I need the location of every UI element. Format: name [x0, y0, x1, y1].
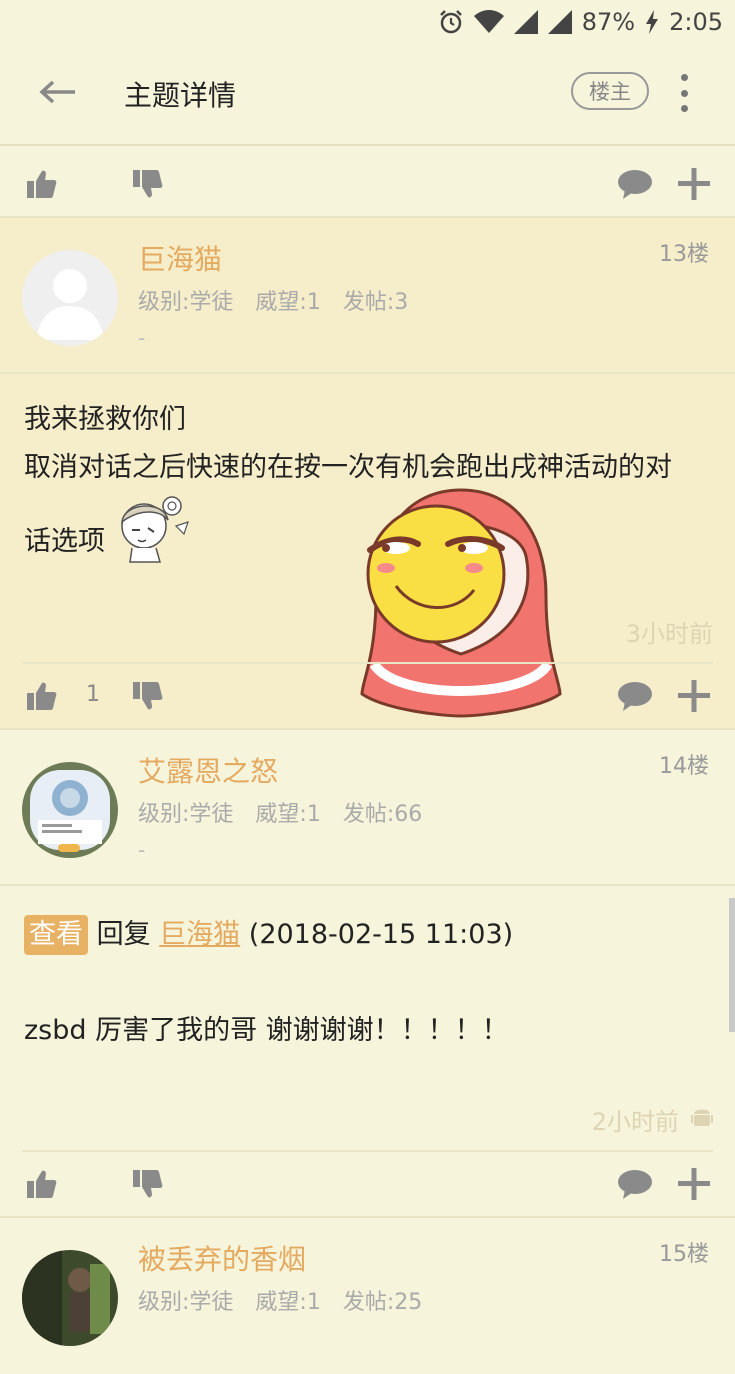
- post-header: 巨海猫 13楼 级别:学徒 威望:1 发帖:3 -: [0, 218, 735, 374]
- wifi-icon: [473, 10, 504, 34]
- avatar[interactable]: [22, 762, 118, 858]
- avatar[interactable]: [22, 250, 118, 346]
- reply-user-link[interactable]: 巨海猫: [159, 919, 240, 950]
- arrow-left-icon: [39, 80, 77, 108]
- thumb-up-icon[interactable]: [22, 1166, 62, 1202]
- user-post-count: 发帖:25: [342, 1290, 423, 1315]
- floor-number: 13楼: [659, 242, 709, 267]
- post-content: zsbd 厉害了我的哥 谢谢谢谢！！！！！: [24, 1015, 509, 1046]
- signal-icon: [513, 10, 538, 34]
- thumb-down-icon[interactable]: [128, 678, 168, 714]
- post-line: 话选项: [24, 526, 105, 557]
- back-button[interactable]: [28, 72, 88, 116]
- username[interactable]: 艾露恩之怒: [138, 750, 278, 790]
- user-meta: 级别:学徒 威望:1 发帖:3: [138, 284, 430, 316]
- username[interactable]: 被丢弃的香烟: [138, 1238, 306, 1278]
- comment-icon[interactable]: [616, 166, 656, 202]
- reply-quote: 查看 回复 巨海猫 (2018-02-15 11:03): [24, 912, 513, 958]
- post-action-bar: 1: [0, 662, 735, 728]
- charging-icon: [645, 10, 659, 34]
- post-header: 艾露恩之怒 14楼 级别:学徒 威望:1 发帖:66 -: [0, 730, 735, 886]
- view-tag-button[interactable]: 查看: [24, 915, 88, 955]
- comment-icon[interactable]: [616, 1166, 656, 1202]
- user-signature: -: [138, 838, 146, 862]
- reply-word: 回复: [96, 919, 151, 950]
- user-level: 级别:学徒: [138, 290, 234, 315]
- anime-girl-sticker: [110, 486, 190, 566]
- user-signature: -: [138, 326, 146, 350]
- scrollbar[interactable]: [729, 898, 735, 1032]
- plus-icon[interactable]: [674, 1166, 714, 1202]
- post-line: 取消对话之后快速的在按一次有机会跑出戌神活动的对: [24, 452, 672, 483]
- post-action-bar: [0, 150, 735, 216]
- post-time: 2小时前: [591, 1108, 679, 1136]
- post-header: 被丢弃的香烟 15楼 级别:学徒 威望:1 发帖:25: [0, 1218, 735, 1374]
- post-line: 我来拯救你们: [24, 404, 186, 435]
- user-prestige: 威望:1: [255, 802, 321, 827]
- user-prestige: 威望:1: [255, 1290, 321, 1315]
- owner-only-button[interactable]: 楼主: [571, 72, 649, 110]
- thumb-up-icon[interactable]: [22, 166, 62, 202]
- username[interactable]: 巨海猫: [138, 238, 222, 278]
- thumb-up-icon[interactable]: [22, 678, 62, 714]
- like-count: 1: [86, 682, 100, 707]
- page-title: 主题详情: [124, 79, 237, 112]
- divider: [22, 662, 713, 664]
- android-icon: [691, 1104, 713, 1134]
- floor-number: 14楼: [659, 754, 709, 779]
- floor-number: 15楼: [659, 1242, 709, 1267]
- avatar[interactable]: [22, 1250, 118, 1346]
- user-post-count: 发帖:3: [342, 290, 409, 315]
- post-action-bar: [0, 1150, 735, 1216]
- signal-icon: [547, 10, 572, 34]
- clock-time: 2:05: [669, 8, 723, 36]
- user-meta: 级别:学徒 威望:1 发帖:25: [138, 1284, 444, 1316]
- more-vert-icon[interactable]: [668, 70, 700, 116]
- user-post-count: 发帖:66: [342, 802, 423, 827]
- plus-icon[interactable]: [674, 166, 714, 202]
- user-prestige: 威望:1: [255, 290, 321, 315]
- status-bar: 87% 2:05: [0, 0, 735, 44]
- thumb-down-icon[interactable]: [128, 166, 168, 202]
- battery-percent: 87%: [581, 8, 636, 36]
- comment-icon[interactable]: [616, 678, 656, 714]
- user-meta: 级别:学徒 威望:1 发帖:66: [138, 796, 444, 828]
- alarm-icon: [438, 9, 464, 35]
- post-time: 3小时前: [625, 620, 713, 648]
- thumb-down-icon[interactable]: [128, 1166, 168, 1202]
- user-level: 级别:学徒: [138, 802, 234, 827]
- divider: [22, 1150, 713, 1152]
- user-level: 级别:学徒: [138, 1290, 234, 1315]
- app-bar: 主题详情 楼主: [0, 44, 735, 146]
- plus-icon[interactable]: [674, 678, 714, 714]
- reply-date: (2018-02-15 11:03): [248, 919, 514, 950]
